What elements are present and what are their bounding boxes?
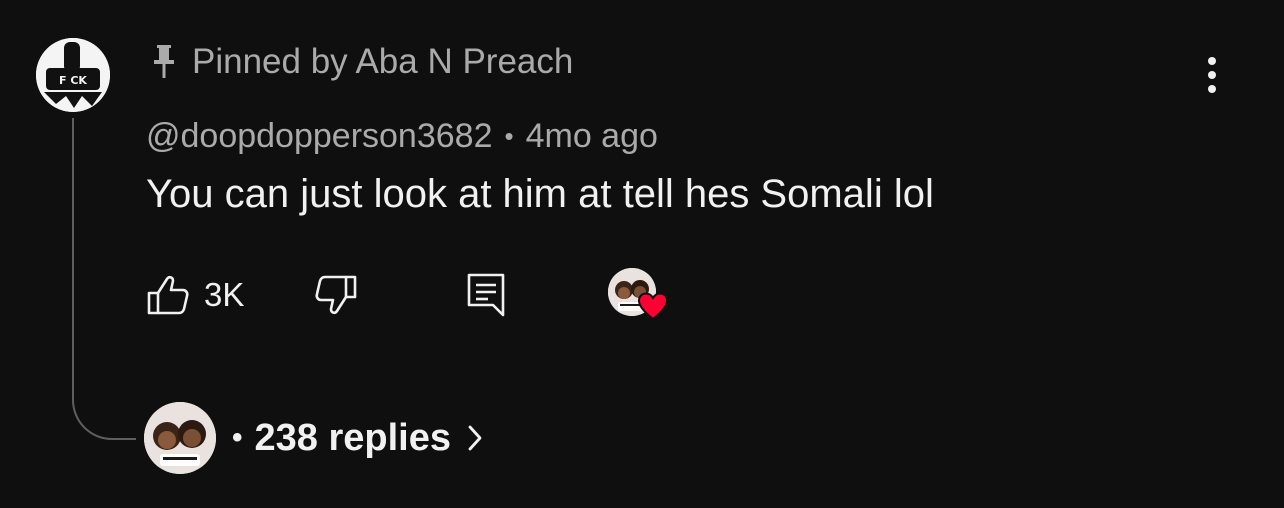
pin-icon <box>152 45 176 79</box>
thread-connector-line <box>72 118 136 440</box>
heart-icon <box>638 292 668 320</box>
comment-timestamp[interactable]: 4mo ago <box>526 117 658 156</box>
thumbs-up-icon <box>147 275 189 315</box>
author-avatar[interactable]: F CK <box>36 38 110 112</box>
replier-avatar <box>144 402 216 474</box>
comment-meta: @doopdopperson3682 • 4mo ago <box>146 114 658 158</box>
author-avatar-logo: F CK <box>36 38 110 112</box>
like-button[interactable]: 3K <box>146 274 244 316</box>
pinned-text: Pinned by Aba N Preach <box>192 42 574 81</box>
dislike-button[interactable] <box>314 274 358 321</box>
thumbs-down-icon <box>315 275 357 315</box>
view-replies-button[interactable]: • 238 replies <box>144 402 483 474</box>
comment-body: You can just look at him at tell hes Som… <box>146 172 934 216</box>
replies-count: 238 replies <box>254 416 451 459</box>
meta-separator: • <box>504 120 514 151</box>
chevron-right-icon <box>467 424 483 452</box>
pinned-label: Pinned by Aba N Preach <box>152 40 573 84</box>
replies-separator: • <box>232 421 243 454</box>
more-options-button[interactable] <box>1190 52 1234 98</box>
creator-heart-badge <box>608 268 674 326</box>
like-count: 3K <box>204 276 245 313</box>
reply-button[interactable] <box>466 272 506 323</box>
more-vertical-icon <box>1208 57 1216 93</box>
comment-actions: 3K <box>146 268 686 322</box>
author-handle[interactable]: @doopdopperson3682 <box>146 117 492 156</box>
comment-reply-icon <box>467 273 505 317</box>
svg-text:F CK: F CK <box>59 74 87 87</box>
